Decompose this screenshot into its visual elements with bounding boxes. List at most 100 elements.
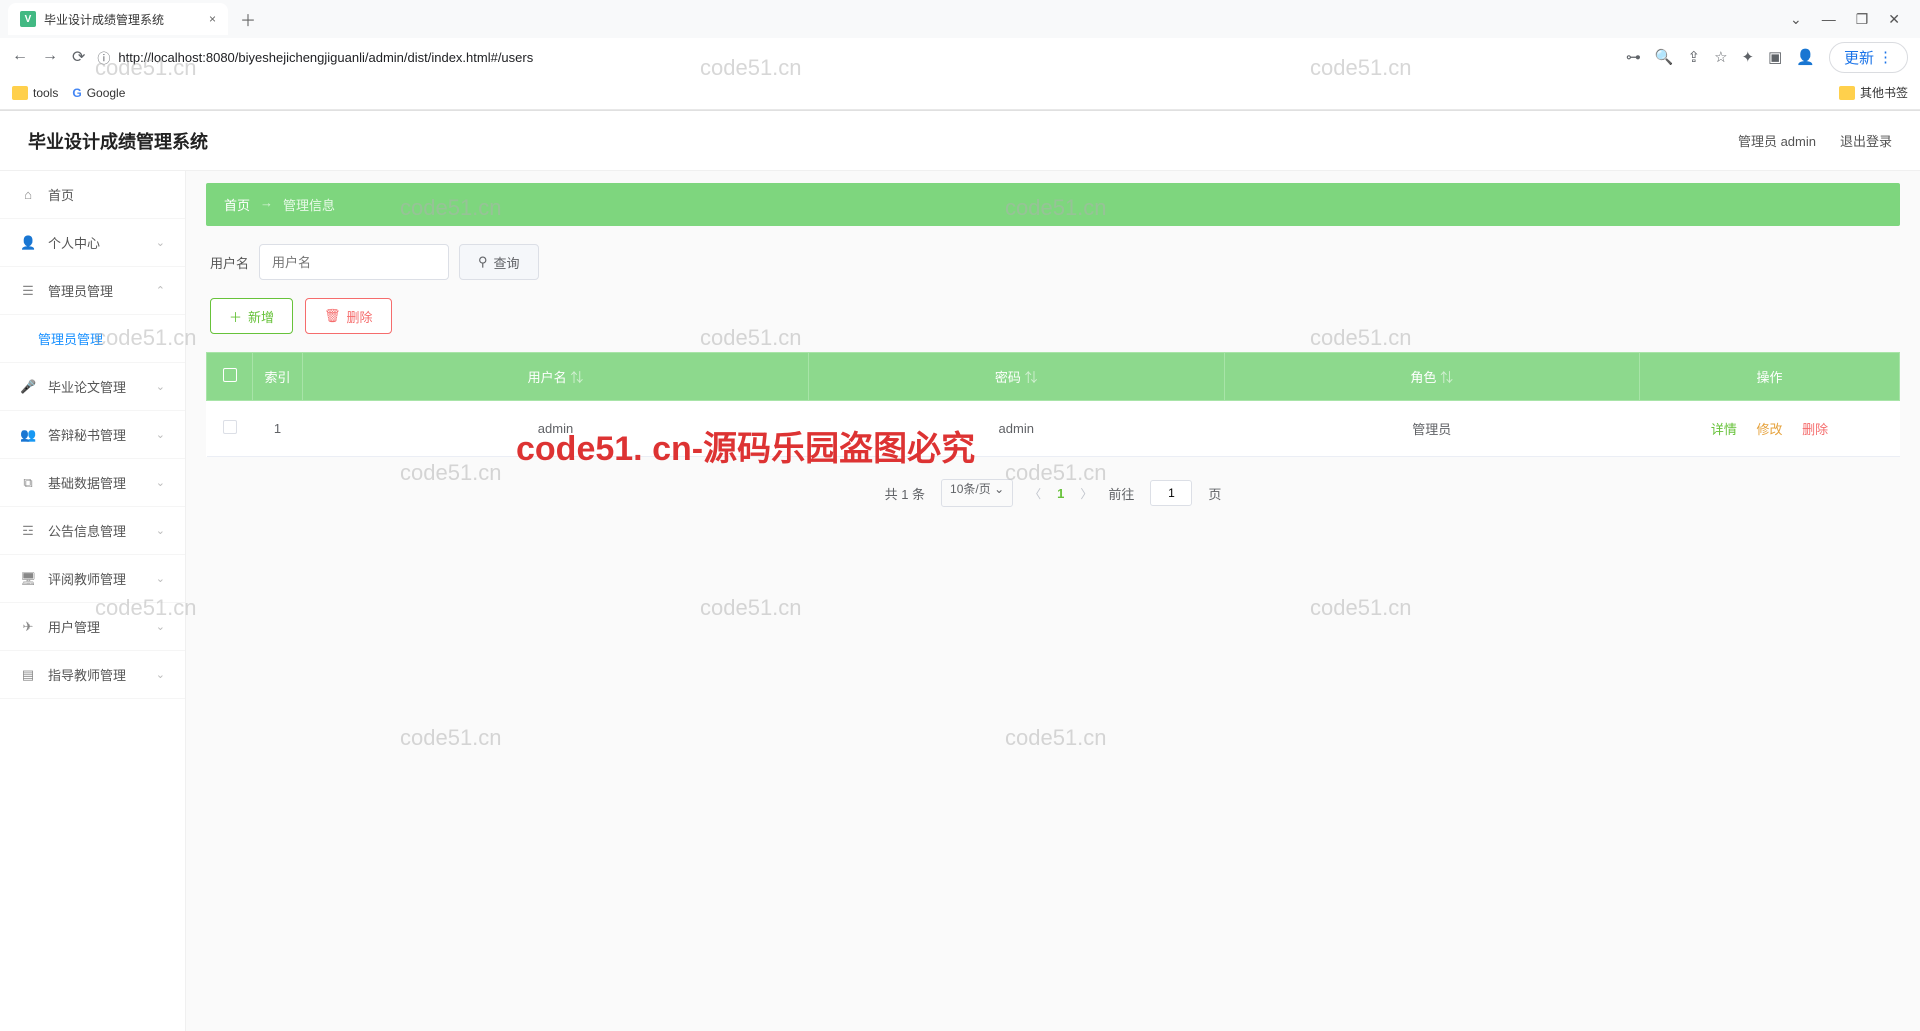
sidebar-item-admin-mgmt[interactable]: ☰管理员管理⌃: [0, 267, 185, 315]
action-row: ＋新增 🗑删除: [206, 298, 1900, 334]
op-edit[interactable]: 修改: [1756, 422, 1782, 437]
page-size-select[interactable]: 10条/页 ⌄: [941, 479, 1013, 507]
chevron-up-icon: ⌃: [156, 284, 165, 297]
update-button[interactable]: 更新⋮: [1829, 42, 1908, 73]
add-button[interactable]: ＋新增: [210, 298, 293, 334]
col-password[interactable]: 密码 ⇅: [809, 353, 1224, 401]
data-table: 索引 用户名 ⇅ 密码 ⇅ 角色 ⇅ 操作 1 admin admin 管理员 …: [206, 352, 1900, 457]
user-icon: 👤: [20, 235, 36, 251]
monitor-icon: 🖥: [20, 571, 36, 587]
vue-favicon: V: [20, 11, 36, 27]
sidebar-item-admin-mgmt-sub[interactable]: 管理员管理: [0, 315, 185, 363]
new-tab-button[interactable]: ＋: [228, 7, 268, 31]
chevron-down-icon: ⌄: [156, 476, 165, 489]
info-icon[interactable]: ⓘ: [97, 48, 110, 67]
breadcrumb-sep: →: [260, 195, 273, 214]
bookmark-tools[interactable]: tools: [12, 86, 58, 100]
app-header: 毕业设计成绩管理系统 管理员 admin 退出登录: [0, 111, 1920, 171]
sidebar-item-personal[interactable]: 👤个人中心⌄: [0, 219, 185, 267]
op-delete[interactable]: 删除: [1802, 422, 1828, 437]
cell-index: 1: [253, 401, 303, 457]
pg-prev[interactable]: 〈: [1029, 485, 1041, 502]
chevron-down-icon: ⌄: [156, 572, 165, 585]
other-bookmarks[interactable]: 其他书签: [1839, 84, 1908, 101]
search-input[interactable]: [259, 244, 449, 280]
chevron-down-icon: ⌄: [156, 524, 165, 537]
cell-username: admin: [303, 401, 809, 457]
search-label: 用户名: [210, 253, 249, 272]
folder-icon: [12, 86, 28, 100]
tab-bar: V 毕业设计成绩管理系统 × ＋ ⌄ — ❐ ✕: [0, 0, 1920, 38]
file-icon: ▤: [20, 667, 36, 683]
bookmark-bar: tools GGoogle 其他书签: [0, 76, 1920, 110]
profile-icon[interactable]: 👤: [1796, 48, 1815, 66]
reload-icon[interactable]: ⟳: [72, 47, 85, 67]
col-ops: 操作: [1640, 353, 1900, 401]
close-window-icon[interactable]: ✕: [1888, 11, 1900, 28]
home-icon: ⌂: [20, 187, 36, 202]
chevron-down-icon: ⌄: [156, 668, 165, 681]
dropdown-icon[interactable]: ⌄: [1790, 11, 1802, 28]
zoom-icon[interactable]: 🔍: [1655, 48, 1674, 66]
browser-chrome: V 毕业设计成绩管理系统 × ＋ ⌄ — ❐ ✕ ← → ⟳ ⓘ http://…: [0, 0, 1920, 111]
op-detail[interactable]: 详情: [1711, 422, 1737, 437]
menu-icon: ☰: [20, 283, 36, 299]
sidebar-item-advisor[interactable]: ▤指导教师管理⌄: [0, 651, 185, 699]
sidebar-item-thesis[interactable]: 🎤毕业论文管理⌄: [0, 363, 185, 411]
minimize-icon[interactable]: —: [1822, 11, 1836, 28]
window-controls: ⌄ — ❐ ✕: [1778, 11, 1912, 28]
panel-icon[interactable]: ▣: [1768, 48, 1782, 66]
share-icon[interactable]: ⇪: [1688, 48, 1701, 66]
cell-password: admin: [809, 401, 1224, 457]
sidebar-item-notice[interactable]: ☲公告信息管理⌄: [0, 507, 185, 555]
pg-next[interactable]: 〉: [1080, 485, 1092, 502]
list-icon: ☲: [20, 523, 36, 539]
sidebar: ⌂首页 👤个人中心⌄ ☰管理员管理⌃ 管理员管理 🎤毕业论文管理⌄ 👥答辩秘书管…: [0, 171, 186, 1031]
address-bar: ← → ⟳ ⓘ http://localhost:8080/biyeshejic…: [0, 38, 1920, 76]
star-icon[interactable]: ☆: [1714, 48, 1727, 66]
breadcrumb: 首页 → 管理信息: [206, 183, 1900, 226]
col-username[interactable]: 用户名 ⇅: [303, 353, 809, 401]
extension-icon[interactable]: ✦: [1742, 48, 1755, 66]
browser-tab[interactable]: V 毕业设计成绩管理系统 ×: [8, 3, 228, 35]
sidebar-item-defense[interactable]: 👥答辩秘书管理⌄: [0, 411, 185, 459]
pg-goto-suffix: 页: [1208, 484, 1221, 503]
table-header-row: 索引 用户名 ⇅ 密码 ⇅ 角色 ⇅ 操作: [207, 353, 1900, 401]
header-user[interactable]: 管理员 admin: [1738, 131, 1816, 150]
url-field[interactable]: ⓘ http://localhost:8080/biyeshejichengji…: [97, 48, 1613, 67]
app-title: 毕业设计成绩管理系统: [28, 128, 208, 154]
plus-icon: ＋: [229, 307, 242, 326]
send-icon: ✈: [20, 619, 36, 635]
logout-link[interactable]: 退出登录: [1840, 131, 1892, 150]
delete-button[interactable]: 🗑删除: [305, 298, 392, 334]
row-checkbox[interactable]: [223, 420, 237, 434]
col-index: 索引: [253, 353, 303, 401]
search-icon: ⚲: [478, 254, 488, 270]
sidebar-item-users[interactable]: ✈用户管理⌄: [0, 603, 185, 651]
main-content: 首页 → 管理信息 用户名 ⚲查询 ＋新增 🗑删除 索引 用户名 ⇅ 密码 ⇅ …: [186, 171, 1920, 1031]
close-icon[interactable]: ×: [209, 12, 216, 26]
select-all-checkbox[interactable]: [223, 368, 237, 382]
pg-current[interactable]: 1: [1057, 486, 1064, 501]
google-icon: G: [72, 86, 81, 100]
chevron-down-icon: ⌄: [156, 380, 165, 393]
key-icon[interactable]: ⊶: [1626, 48, 1641, 66]
copy-icon: ⧉: [20, 475, 36, 491]
pg-goto-input[interactable]: [1150, 480, 1192, 506]
sidebar-item-home[interactable]: ⌂首页: [0, 171, 185, 219]
search-row: 用户名 ⚲查询: [206, 244, 1900, 280]
maximize-icon[interactable]: ❐: [1856, 11, 1869, 28]
breadcrumb-home[interactable]: 首页: [224, 195, 250, 214]
users-icon: 👥: [20, 427, 36, 443]
col-role[interactable]: 角色 ⇅: [1224, 353, 1640, 401]
back-icon[interactable]: ←: [12, 47, 28, 67]
bookmark-google[interactable]: GGoogle: [72, 86, 125, 100]
search-button[interactable]: ⚲查询: [459, 244, 539, 280]
pg-total: 共 1 条: [885, 484, 925, 503]
url-text: http://localhost:8080/biyeshejichengjigu…: [118, 50, 533, 65]
cell-ops: 详情 修改 删除: [1640, 401, 1900, 457]
forward-icon[interactable]: →: [42, 47, 58, 67]
sidebar-item-reviewer[interactable]: 🖥评阅教师管理⌄: [0, 555, 185, 603]
tab-title: 毕业设计成绩管理系统: [44, 11, 164, 28]
sidebar-item-basedata[interactable]: ⧉基础数据管理⌄: [0, 459, 185, 507]
